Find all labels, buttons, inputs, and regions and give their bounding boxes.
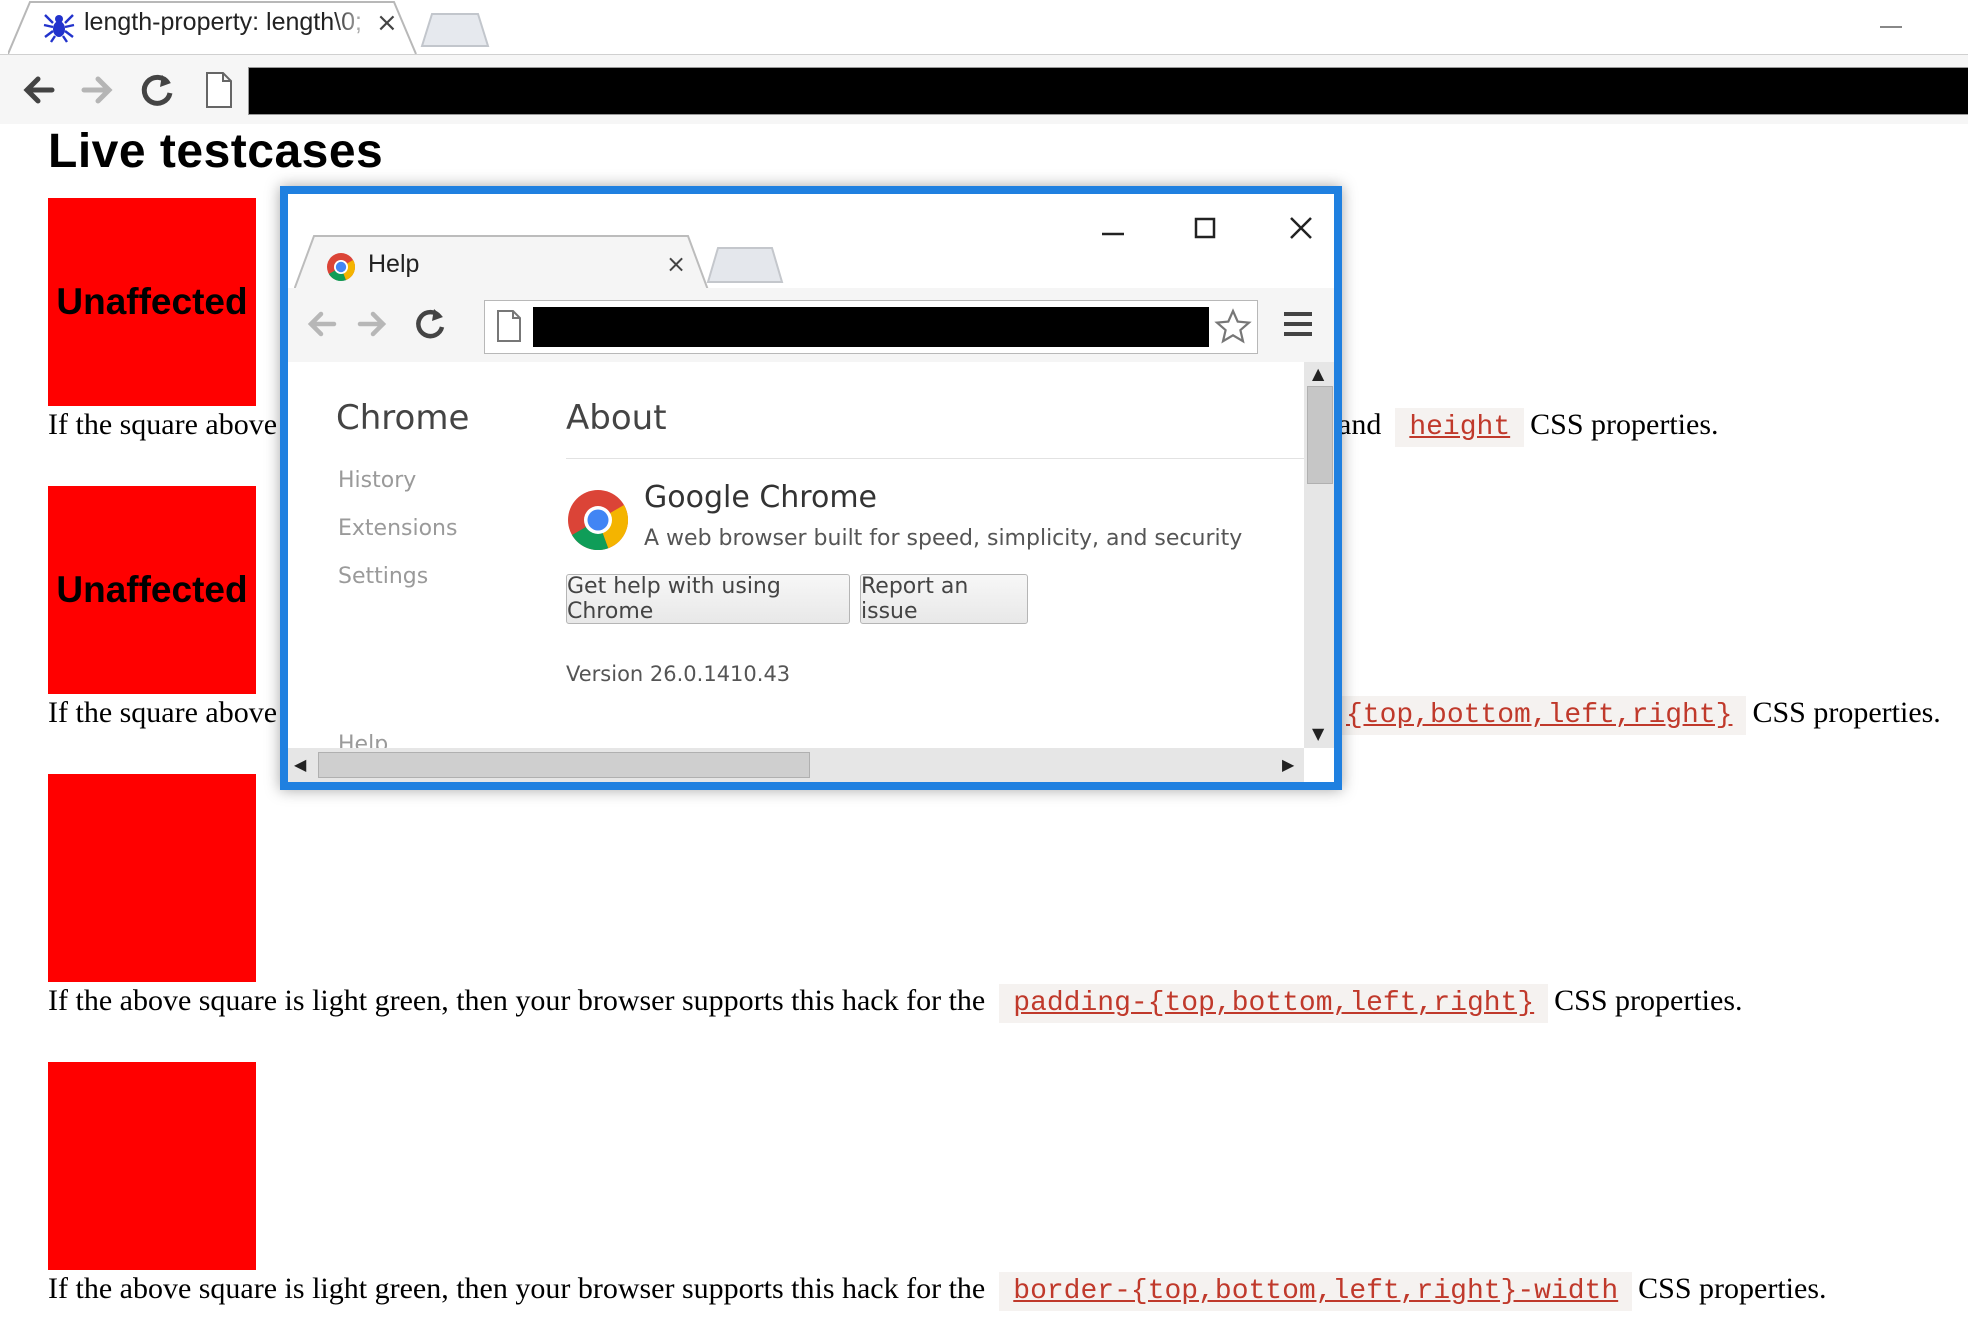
help-popup-window: Help × Chrome History Extensions Setting… [280,186,1342,790]
report-issue-button[interactable]: Report an issue [860,574,1028,624]
spider-icon [42,9,76,43]
test-square [48,774,256,982]
description-suffix: CSS properties. [1530,408,1719,441]
reload-icon[interactable] [132,65,182,115]
page-icon [497,310,521,342]
css-property-link[interactable]: height [1409,412,1510,443]
css-property-code: height [1395,408,1525,447]
description-suffix: CSS properties. [1638,1272,1827,1305]
window-minimize-icon[interactable] [1870,6,1910,36]
vertical-scroll-thumb[interactable] [1307,386,1333,484]
popup-toolbar [288,288,1334,363]
browser-toolbar [0,54,1968,127]
square-label: Unaffected [56,281,248,322]
version-text: Version 26.0.1410.43 [566,662,791,686]
scroll-down-arrow-icon[interactable]: ▼ [1312,724,1324,743]
chrome-logo-icon [568,490,629,551]
back-arrow-icon[interactable] [14,65,64,115]
tab-active[interactable]: length-property: length\0; × [8,0,418,54]
test-description: If the above square is light green, then… [48,1272,1835,1311]
chrome-logo-icon [327,253,355,282]
address-field[interactable] [533,307,1209,347]
tab-close-icon[interactable]: × [376,8,398,38]
page-title: Live testcases [48,125,384,178]
forward-arrow-icon[interactable] [348,300,396,348]
css-property-code: border-{top,bottom,left,right}-width [999,1272,1633,1311]
description-text: If the square above [48,408,278,441]
square-label: Unaffected [56,569,248,610]
description-fragment: and [1338,408,1382,441]
section-title: About [566,398,667,438]
test-description-tail: and height CSS properties. [1338,408,1727,447]
title-divider [566,458,1304,459]
tab-strip: length-property: length\0; × [0,0,1968,54]
menu-icon[interactable] [1276,302,1320,346]
back-arrow-icon[interactable] [298,300,346,348]
css-property-link[interactable]: {top,bottom,left,right} [1346,700,1732,731]
sidebar-item-help[interactable]: Help [338,732,388,748]
popup-client: Help × Chrome History Extensions Setting… [288,194,1334,782]
test-description: If the square above [48,408,285,442]
scroll-up-arrow-icon[interactable]: ▲ [1312,364,1324,383]
css-property-link[interactable]: padding-{top,bottom,left,right} [1013,988,1534,1019]
description-text: If the square above [48,696,278,729]
reload-icon[interactable] [406,300,454,348]
sidebar-item-history[interactable]: History [338,468,416,493]
horizontal-scroll-thumb[interactable] [318,752,810,778]
test-square [48,1062,256,1270]
new-tab-button[interactable] [420,12,490,48]
sidebar-item-settings[interactable]: Settings [338,564,428,589]
tab-shape [294,235,709,290]
test-description-tail: {top,bottom,left,right} CSS properties. [1326,696,1949,735]
minimize-icon[interactable] [1088,208,1138,248]
sidebar-title: Chrome [336,398,470,438]
css-property-code: {top,bottom,left,right} [1332,696,1747,735]
page-icon [206,72,232,108]
test-description: If the square above [48,696,285,730]
test-square: Unaffected [48,198,256,406]
vertical-scrollbar[interactable]: ▲ ▼ [1304,362,1334,748]
product-tagline: A web browser built for speed, simplicit… [644,526,1243,551]
popup-new-tab-button[interactable] [706,246,786,284]
description-suffix: CSS properties. [1554,984,1743,1017]
sidebar-item-extensions[interactable]: Extensions [338,516,457,541]
get-help-button[interactable]: Get help with using Chrome [566,574,850,624]
css-property-code: padding-{top,bottom,left,right} [999,984,1549,1023]
description-text: If the above square is light green, then… [48,984,986,1017]
css-property-link[interactable]: border-{top,bottom,left,right}-width [1013,1276,1618,1307]
test-description: If the above square is light green, then… [48,984,1751,1023]
scroll-left-arrow-icon[interactable]: ◀ [294,755,306,774]
help-page-body: Chrome History Extensions Settings Help … [288,362,1304,748]
description-suffix: CSS properties. [1752,696,1941,729]
forward-arrow-icon[interactable] [72,65,122,115]
popup-tab-title: Help [368,250,420,278]
scroll-right-arrow-icon[interactable]: ▶ [1282,755,1294,774]
maximize-icon[interactable] [1180,208,1230,248]
tab-title: length-property: length\0; [84,8,374,37]
horizontal-scrollbar[interactable]: ◀ ▶ [288,748,1304,782]
popup-tab-help[interactable]: Help × [294,234,714,290]
popup-address-bar[interactable] [484,300,1258,354]
test-square: Unaffected [48,486,256,694]
close-icon[interactable] [1276,208,1326,248]
star-icon[interactable] [1213,307,1253,347]
popup-tab-close-icon[interactable]: × [666,250,686,278]
product-name: Google Chrome [644,480,877,515]
address-bar[interactable] [248,67,1968,115]
description-text: If the above square is light green, then… [48,1272,986,1305]
